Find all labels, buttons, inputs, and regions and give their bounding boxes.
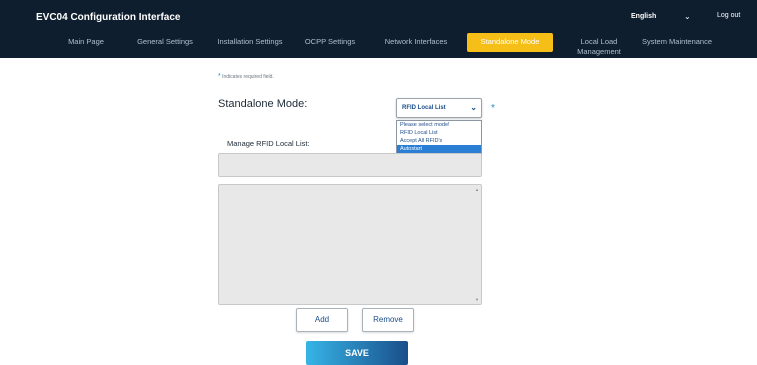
- standalone-mode-label: Standalone Mode:: [218, 98, 308, 110]
- app-title: EVC04 Configuration Interface: [36, 12, 181, 23]
- tab-system-maintenance[interactable]: System Maintenance: [633, 32, 721, 58]
- save-button[interactable]: SAVE: [306, 341, 408, 365]
- scroll-down-icon[interactable]: ▼: [475, 297, 479, 302]
- dropdown-option[interactable]: Please select mode!: [397, 121, 481, 129]
- language-select[interactable]: English: [631, 13, 656, 20]
- scroll-up-icon[interactable]: ▲: [475, 187, 479, 192]
- standalone-mode-select[interactable]: RFID Local List ⌄: [396, 98, 482, 118]
- rfid-list-textarea[interactable]: ▲ ▼: [218, 184, 482, 305]
- rfid-input[interactable]: [218, 153, 482, 177]
- required-marker: *: [218, 73, 221, 80]
- required-note-text: Indicates required field.: [222, 74, 274, 80]
- chevron-down-icon[interactable]: ⌄: [684, 12, 691, 21]
- tab-main-page[interactable]: Main Page: [50, 32, 122, 58]
- top-navbar: EVC04 Configuration Interface English ⌄ …: [0, 0, 757, 58]
- dropdown-option[interactable]: RFID Local List: [397, 129, 481, 137]
- chevron-down-icon: ⌄: [470, 103, 477, 112]
- dropdown-option-highlighted[interactable]: Autostart: [397, 145, 481, 153]
- mode-dropdown-list: Please select mode! RFID Local List Acce…: [396, 120, 482, 157]
- dropdown-option[interactable]: Accept All RFID's: [397, 137, 481, 145]
- tab-installation-settings[interactable]: Installation Settings: [210, 32, 290, 58]
- tab-ocpp-settings[interactable]: OCPP Settings: [294, 32, 366, 58]
- tab-network-interfaces[interactable]: Network Interfaces: [370, 32, 462, 58]
- rfid-list-label: Manage RFID Local List:: [227, 139, 310, 148]
- tab-standalone-mode[interactable]: Standalone Mode: [467, 33, 553, 52]
- required-marker: *: [491, 103, 495, 114]
- required-note: * Indicates required field.: [218, 73, 274, 80]
- tab-local-load-management[interactable]: Local Load Management: [569, 32, 629, 58]
- logout-link[interactable]: Log out: [717, 12, 740, 19]
- tab-general-settings[interactable]: General Settings: [124, 32, 206, 58]
- remove-button[interactable]: Remove: [362, 308, 414, 332]
- select-value: RFID Local List: [402, 105, 446, 111]
- add-button[interactable]: Add: [296, 308, 348, 332]
